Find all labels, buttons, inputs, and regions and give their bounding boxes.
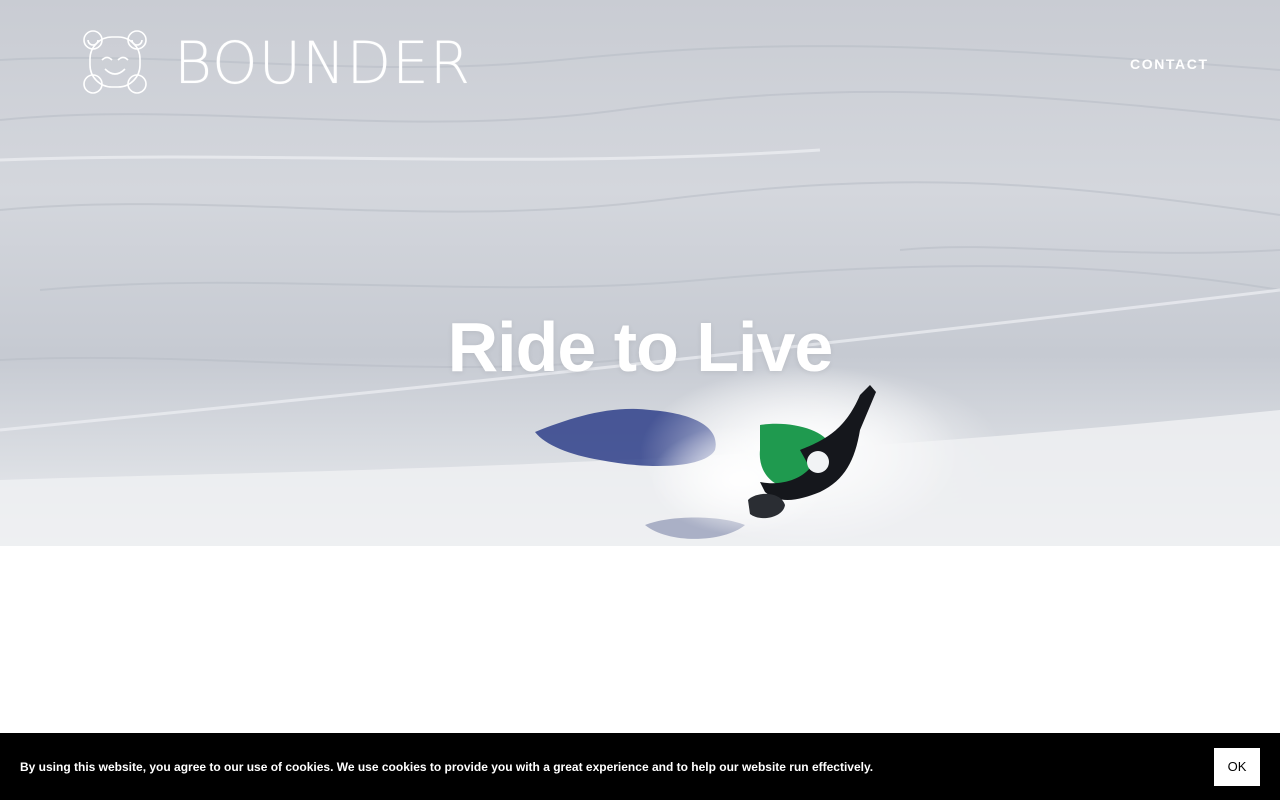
cookie-banner: By using this website, you agree to our … bbox=[0, 733, 1280, 800]
nav-contact-link[interactable]: CONTACT bbox=[1130, 56, 1209, 72]
cookie-ok-button[interactable]: OK bbox=[1214, 747, 1260, 786]
brand-wordmark: BOUNDER bbox=[174, 29, 472, 97]
smiling-bear-icon bbox=[83, 30, 147, 94]
brand-logo[interactable]: BOUNDER bbox=[80, 27, 471, 97]
hero-banner: BOUNDER CONTACT Ride to Live bbox=[0, 0, 1280, 546]
cookie-message: By using this website, you agree to our … bbox=[20, 759, 874, 774]
hero-headline: Ride to Live bbox=[447, 308, 834, 386]
